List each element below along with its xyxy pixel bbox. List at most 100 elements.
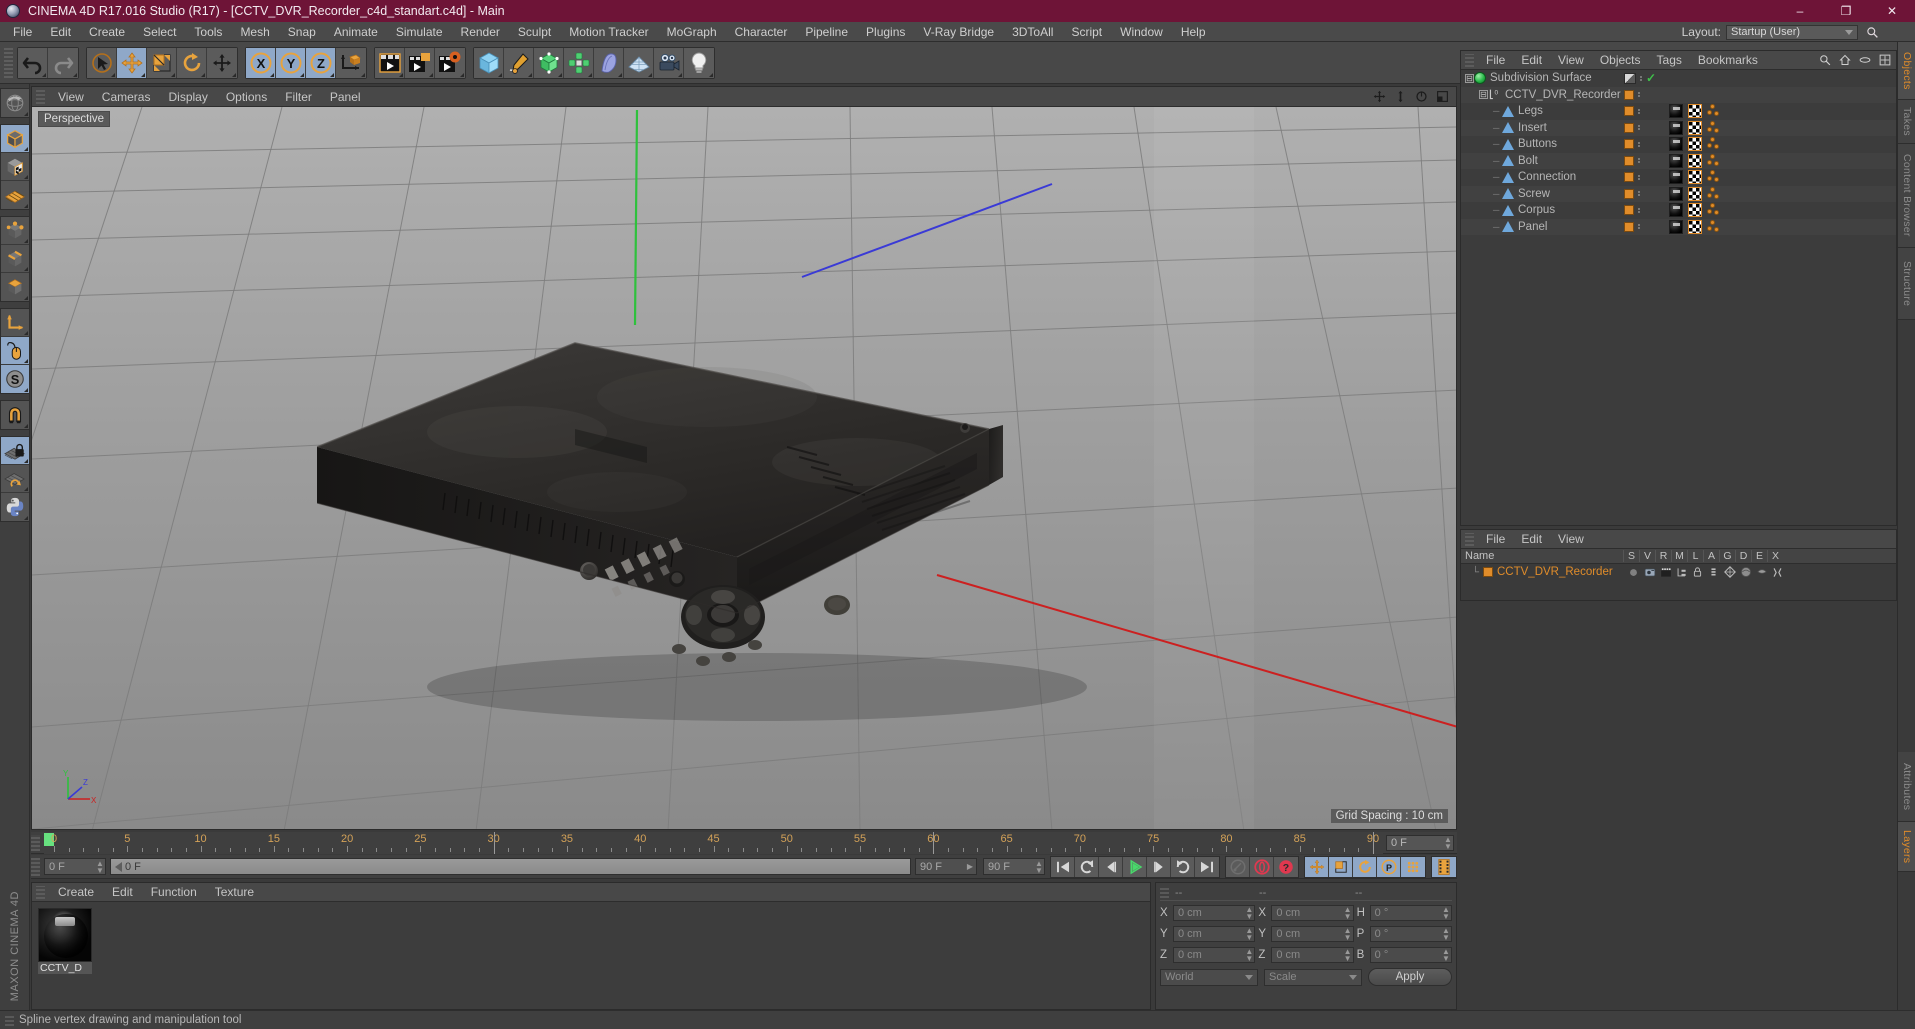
record-icon[interactable] bbox=[1250, 856, 1274, 877]
autokey-icon[interactable] bbox=[1226, 856, 1250, 877]
preview-end-field[interactable]: 90 F ▶ bbox=[915, 858, 977, 875]
enabled-check-icon[interactable]: ✓ bbox=[1646, 71, 1656, 85]
editor-visibility-icon[interactable] bbox=[1624, 72, 1636, 84]
generator-icon[interactable] bbox=[1723, 566, 1736, 579]
menu-script[interactable]: Script bbox=[1062, 22, 1111, 42]
xref-icon[interactable] bbox=[1771, 566, 1784, 579]
play-small-icon[interactable]: ▶ bbox=[967, 862, 976, 871]
material-item[interactable]: CCTV_D bbox=[38, 908, 92, 974]
material-manager-grip[interactable] bbox=[36, 885, 45, 899]
object-row[interactable]: ─ Connection bbox=[1461, 169, 1896, 186]
menu-mograph[interactable]: MoGraph bbox=[658, 22, 726, 42]
layer-color-swatch[interactable] bbox=[1624, 188, 1634, 199]
coordinate-mode-dropdown[interactable]: Scale bbox=[1264, 968, 1362, 986]
move-icon[interactable] bbox=[117, 47, 147, 78]
layer-column-r[interactable]: R bbox=[1655, 550, 1671, 562]
object-menu-objects[interactable]: Objects bbox=[1592, 51, 1649, 70]
layout-dropdown[interactable]: Startup (User) bbox=[1726, 24, 1858, 40]
layer-column-e[interactable]: E bbox=[1751, 550, 1767, 562]
layer-column-a[interactable]: A bbox=[1703, 550, 1719, 562]
apply-button[interactable]: Apply bbox=[1368, 968, 1452, 986]
layer-row[interactable]: └ CCTV_DVR_Recorder bbox=[1461, 564, 1896, 580]
end-frame-field[interactable]: 90 F ▲ ▼ bbox=[983, 858, 1045, 875]
menu-v-ray-bridge[interactable]: V-Ray Bridge bbox=[914, 22, 1003, 42]
spinner-icon[interactable]: ▲ ▼ bbox=[1245, 926, 1254, 941]
layer-column-l[interactable]: L bbox=[1687, 550, 1703, 562]
light-icon[interactable] bbox=[684, 47, 714, 78]
selection-tag-icon[interactable] bbox=[1707, 104, 1721, 118]
search-icon[interactable] bbox=[1863, 22, 1881, 42]
rotate-view-icon[interactable] bbox=[1414, 89, 1429, 104]
layer-color-swatch[interactable] bbox=[1483, 567, 1493, 577]
render-settings-icon[interactable] bbox=[435, 47, 465, 78]
visibility-dots-icon[interactable] bbox=[1634, 122, 1644, 134]
size-z-input[interactable]: 0 cm ▲ ▼ bbox=[1271, 946, 1354, 963]
redo-icon[interactable] bbox=[48, 47, 78, 78]
go-to-end-icon[interactable] bbox=[1195, 856, 1219, 877]
spinner-icon[interactable]: ▲ ▼ bbox=[1245, 905, 1254, 920]
right-tab-content-browser[interactable]: Content Browser bbox=[1898, 144, 1915, 248]
spline-pen-icon[interactable] bbox=[504, 47, 534, 78]
step-forward-keyframe-icon[interactable] bbox=[1171, 856, 1195, 877]
selection-tag-icon[interactable] bbox=[1707, 120, 1721, 135]
close-button[interactable]: ✕ bbox=[1869, 0, 1915, 22]
pan-icon[interactable] bbox=[1372, 89, 1387, 104]
menu-sculpt[interactable]: Sculpt bbox=[509, 22, 560, 42]
layer-color-swatch[interactable] bbox=[1624, 155, 1634, 166]
object-axis-icon[interactable] bbox=[0, 309, 29, 337]
manager-icon[interactable] bbox=[1675, 566, 1688, 579]
deformer-icon[interactable] bbox=[594, 47, 624, 78]
menu-create[interactable]: Create bbox=[80, 22, 134, 42]
spinner-icon[interactable]: ▲ ▼ bbox=[1442, 905, 1451, 920]
object-row[interactable]: ⊟ Subdivision Surface ✓ bbox=[1461, 70, 1896, 87]
uv-tag-icon[interactable] bbox=[1688, 153, 1702, 168]
timeline-strip-icon[interactable] bbox=[1432, 856, 1456, 877]
undo-icon[interactable] bbox=[18, 47, 48, 78]
material-tag-icon[interactable] bbox=[1669, 186, 1683, 201]
maximize-view-icon[interactable] bbox=[1435, 89, 1450, 104]
selection-tag-icon[interactable] bbox=[1707, 153, 1721, 168]
toolbar-grip[interactable] bbox=[4, 47, 13, 78]
coordinate-space-dropdown[interactable]: World bbox=[1160, 968, 1258, 986]
home-icon[interactable] bbox=[1837, 52, 1852, 68]
object-row[interactable]: ⊟ 0 CCTV_DVR_Recorder bbox=[1461, 86, 1896, 103]
layer-menu-file[interactable]: File bbox=[1478, 530, 1513, 549]
transport-grip[interactable] bbox=[31, 857, 40, 876]
right-tab-objects[interactable]: Objects bbox=[1898, 42, 1915, 100]
step-back-keyframe-icon[interactable] bbox=[1075, 856, 1099, 877]
layer-color-swatch[interactable] bbox=[1624, 89, 1634, 100]
move-alt-icon[interactable] bbox=[207, 47, 237, 78]
material-tag-icon[interactable] bbox=[1669, 203, 1683, 217]
object-menu-tags[interactable]: Tags bbox=[1649, 51, 1690, 70]
subdivision-surface-icon[interactable] bbox=[534, 47, 564, 78]
search-icon[interactable] bbox=[1817, 52, 1832, 68]
layer-color-swatch[interactable] bbox=[1624, 106, 1634, 117]
spinner-icon[interactable]: ▲ ▼ bbox=[1245, 947, 1254, 962]
expression-icon[interactable] bbox=[1755, 566, 1768, 579]
texture-mode-icon[interactable] bbox=[0, 153, 29, 181]
object-manager-grip[interactable] bbox=[1465, 53, 1474, 67]
render-view-icon[interactable] bbox=[375, 47, 405, 78]
size-y-input[interactable]: 0 cm ▲ ▼ bbox=[1271, 925, 1354, 942]
selection-tag-icon[interactable] bbox=[1707, 219, 1721, 234]
spinner-icon[interactable]: ▲ ▼ bbox=[1344, 905, 1353, 920]
viewport-menu-panel[interactable]: Panel bbox=[321, 87, 370, 107]
status-grip[interactable] bbox=[5, 1014, 14, 1026]
points-mode-icon[interactable] bbox=[0, 217, 29, 245]
visibility-dots-icon[interactable] bbox=[1634, 89, 1644, 101]
object-row[interactable]: ─ Screw bbox=[1461, 185, 1896, 202]
material-menu-edit[interactable]: Edit bbox=[103, 883, 142, 902]
animation-icon[interactable] bbox=[1707, 566, 1720, 579]
object-menu-file[interactable]: File bbox=[1478, 51, 1513, 70]
menu-render[interactable]: Render bbox=[452, 22, 509, 42]
key-param-icon[interactable]: P bbox=[1377, 856, 1401, 877]
timeline-grip[interactable] bbox=[31, 834, 40, 851]
model-mode-icon[interactable] bbox=[0, 125, 29, 153]
uv-tag-icon[interactable] bbox=[1688, 219, 1702, 234]
viewport-solo-icon[interactable] bbox=[0, 337, 29, 365]
spinner-icon[interactable]: ▲ ▼ bbox=[1035, 859, 1044, 874]
minimize-button[interactable]: – bbox=[1777, 0, 1823, 22]
material-menu-texture[interactable]: Texture bbox=[206, 883, 263, 902]
menu-simulate[interactable]: Simulate bbox=[387, 22, 452, 42]
object-row[interactable]: ─ Corpus bbox=[1461, 202, 1896, 219]
